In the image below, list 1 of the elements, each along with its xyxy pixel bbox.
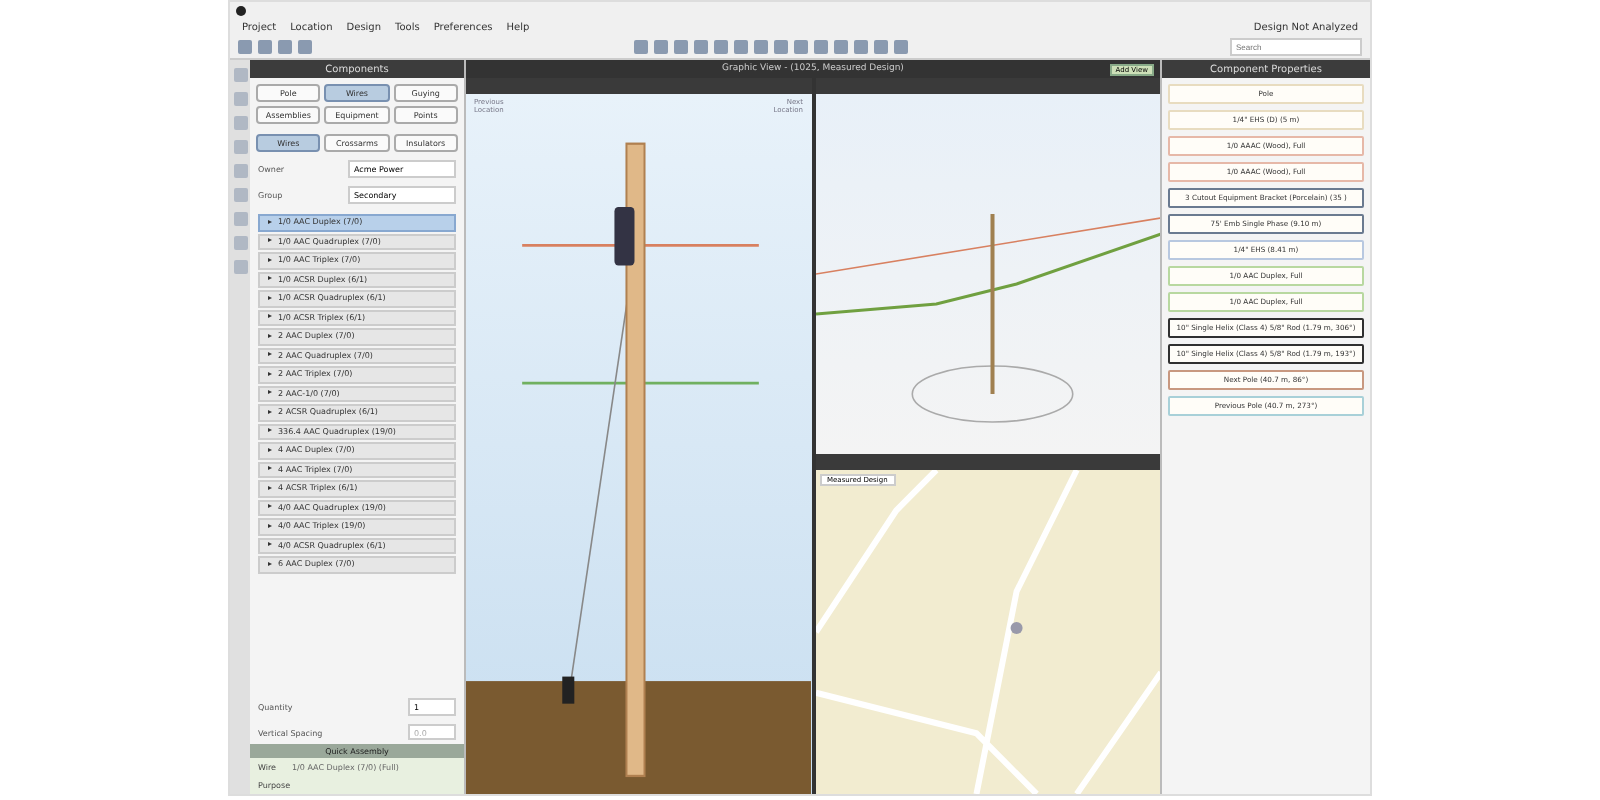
app-logo-icon [236,5,246,15]
